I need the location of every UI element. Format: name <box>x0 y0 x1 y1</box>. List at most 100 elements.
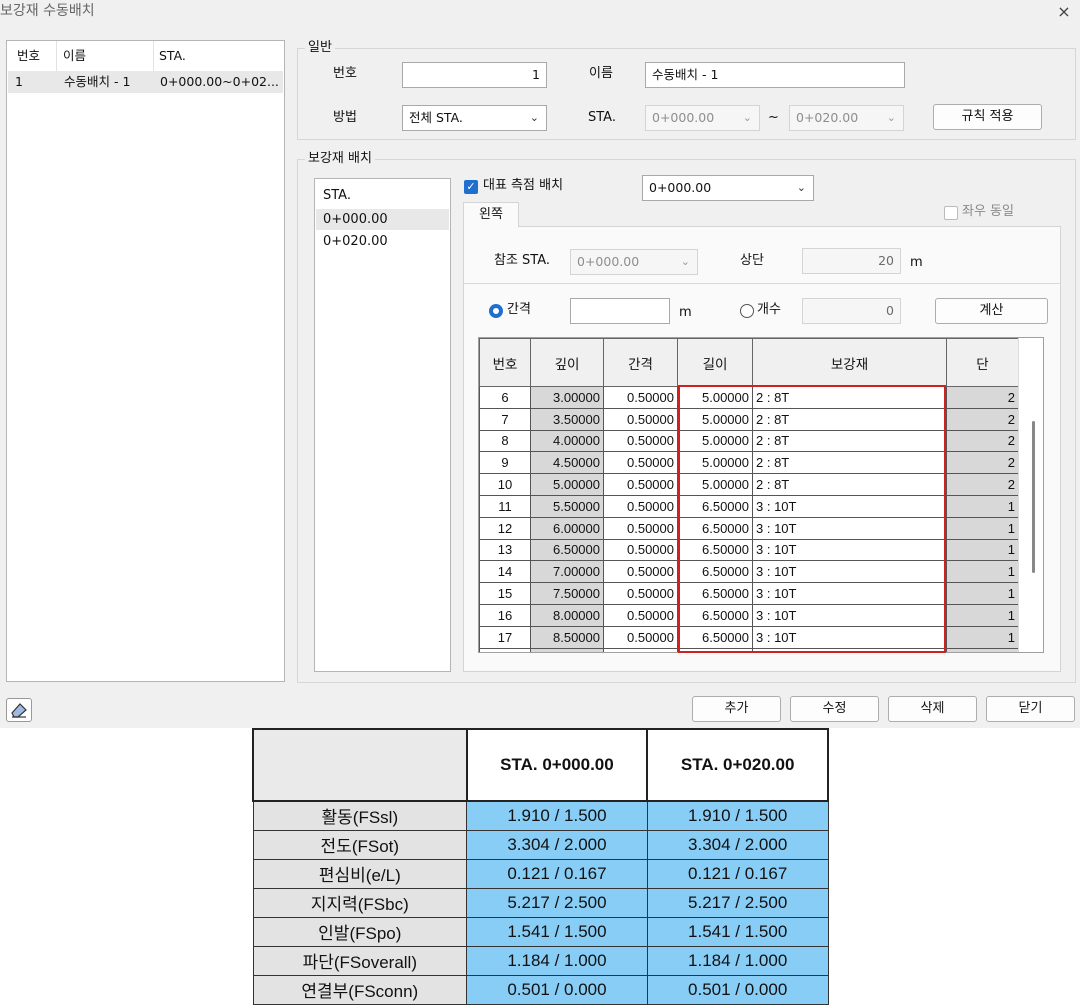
cell-reinforcement[interactable]: 2 : 8T <box>752 451 947 475</box>
table-row[interactable]: 6 3.00000 0.50000 5.00000 2 : 8T 2 <box>479 386 1019 409</box>
col-header-stage[interactable]: 단 <box>946 338 1019 387</box>
cell-number[interactable]: 14 <box>479 560 531 584</box>
cell-length[interactable]: 5.00000 <box>677 473 753 496</box>
calc-button[interactable]: 계산 <box>935 298 1048 324</box>
interval-field[interactable] <box>570 298 670 324</box>
cell-number[interactable]: 6 <box>479 386 531 409</box>
cell-reinforcement[interactable]: 2 : 8T <box>752 473 947 496</box>
cell-stage[interactable]: 1 <box>946 582 1019 605</box>
cell-depth[interactable]: 5.00000 <box>530 473 604 496</box>
cell-interval[interactable]: 0.50000 <box>603 451 678 475</box>
cell-depth[interactable]: 6.00000 <box>530 516 604 540</box>
cell-depth[interactable]: 4.00000 <box>530 429 604 453</box>
ref-sta-select[interactable]: 0+000.00 ⌄ <box>570 249 698 275</box>
table-row[interactable]: 14 7.00000 0.50000 6.50000 3 : 10T 1 <box>479 560 1019 584</box>
cell-interval[interactable]: 0.50000 <box>603 560 678 584</box>
count-field[interactable]: 0 <box>802 298 901 324</box>
cell-interval[interactable]: 0.50000 <box>603 625 678 649</box>
cell-stage[interactable]: 2 <box>946 429 1019 453</box>
table-row[interactable]: 7 3.50000 0.50000 5.00000 2 : 8T 2 <box>479 407 1019 431</box>
table-row[interactable]: 11 5.50000 0.50000 6.50000 3 : 10T 1 <box>479 494 1019 518</box>
cell-reinforcement[interactable]: 3 : 10T <box>752 582 947 605</box>
grid-scrollbar[interactable] <box>1018 338 1043 652</box>
list-header-number[interactable]: 번호 <box>17 41 40 71</box>
cell-length[interactable]: 5.00000 <box>677 451 753 475</box>
cell-reinforcement[interactable]: 3 : 10T <box>752 494 947 518</box>
cell-interval[interactable]: 0.50000 <box>603 582 678 605</box>
cell-stage[interactable]: 1 <box>946 516 1019 540</box>
cell-interval[interactable]: 0.50000 <box>603 473 678 496</box>
cell-length[interactable]: 5.00000 <box>677 386 753 409</box>
close-icon[interactable]: × <box>1054 2 1074 22</box>
delete-button[interactable]: 삭제 <box>888 696 977 722</box>
list-item[interactable]: 1 수동배치 - 1 0+000.00~0+02... <box>8 71 283 93</box>
cell-length[interactable]: 5.00000 <box>677 407 753 431</box>
cell-length[interactable]: 6.50000 <box>677 494 753 518</box>
list-header-sta[interactable]: STA. <box>159 41 186 71</box>
interval-radio[interactable] <box>489 304 503 318</box>
sta-from-select[interactable]: 0+000.00 ⌄ <box>645 105 760 131</box>
cell-number[interactable]: 10 <box>479 473 531 496</box>
cell-reinforcement[interactable]: 3 : 10T <box>752 603 947 627</box>
add-button[interactable]: 추가 <box>692 696 781 722</box>
cell-depth[interactable]: 5.50000 <box>530 494 604 518</box>
table-row[interactable]: 13 6.50000 0.50000 6.50000 3 : 10T 1 <box>479 538 1019 562</box>
cell-reinforcement[interactable]: 3 : 10T <box>752 516 947 540</box>
col-header-depth[interactable]: 깊이 <box>530 338 604 387</box>
cell-number[interactable]: 15 <box>479 582 531 605</box>
eraser-button[interactable] <box>6 698 32 722</box>
tab-left[interactable]: 왼쪽 <box>463 202 519 227</box>
reinforcement-grid[interactable]: 번호 깊이 간격 길이 보강재 단 6 3.00000 0.50000 5.00000… <box>478 337 1044 653</box>
col-header-length[interactable]: 길이 <box>677 338 753 387</box>
sta-list-item[interactable]: 0+000.00 <box>316 209 449 230</box>
cell-interval[interactable]: 0.50000 <box>603 429 678 453</box>
number-field[interactable]: 1 <box>402 62 547 88</box>
rep-point-select[interactable]: 0+000.00 ⌄ <box>642 175 814 201</box>
cell-interval[interactable]: 0.50000 <box>603 538 678 562</box>
col-header-number[interactable]: 번호 <box>479 338 531 387</box>
cell-stage[interactable]: 1 <box>946 625 1019 649</box>
sta-list-item[interactable]: 0+020.00 <box>316 231 449 252</box>
cell-stage[interactable]: 1 <box>946 560 1019 584</box>
cell-length[interactable]: 6.50000 <box>677 560 753 584</box>
cell-depth[interactable]: 6.50000 <box>530 538 604 562</box>
cell-reinforcement[interactable]: 3 : 10T <box>752 538 947 562</box>
cell-reinforcement[interactable]: 2 : 8T <box>752 386 947 409</box>
apply-rule-button[interactable]: 규칙 적용 <box>933 104 1042 130</box>
modify-button[interactable]: 수정 <box>790 696 879 722</box>
name-field[interactable]: 수동배치 - 1 <box>645 62 905 88</box>
cell-interval[interactable]: 0.50000 <box>603 603 678 627</box>
cell-stage[interactable]: 2 <box>946 451 1019 475</box>
cell-depth[interactable]: 3.50000 <box>530 407 604 431</box>
cell-stage[interactable]: 2 <box>946 386 1019 409</box>
cell-interval[interactable]: 0.50000 <box>603 407 678 431</box>
cell-number[interactable]: 9 <box>479 451 531 475</box>
cell-depth[interactable]: 4.50000 <box>530 451 604 475</box>
grid-scrollbar-thumb[interactable] <box>1032 421 1035 573</box>
cell-reinforcement[interactable]: 2 : 8T <box>752 429 947 453</box>
placement-list[interactable]: 번호 이름 STA. 1 수동배치 - 1 0+000.00~0+02... <box>6 40 285 682</box>
method-select[interactable]: 전체 STA. ⌄ <box>402 105 547 131</box>
cell-number[interactable]: 8 <box>479 429 531 453</box>
cell-number[interactable]: 7 <box>479 407 531 431</box>
cell-number[interactable]: 16 <box>479 603 531 627</box>
close-button[interactable]: 닫기 <box>986 696 1075 722</box>
cell-depth[interactable]: 3.00000 <box>530 386 604 409</box>
cell-number[interactable]: 11 <box>479 494 531 518</box>
cell-interval[interactable]: 0.50000 <box>603 494 678 518</box>
table-row[interactable]: 9 4.50000 0.50000 5.00000 2 : 8T 2 <box>479 451 1019 475</box>
cell-number[interactable]: 17 <box>479 625 531 649</box>
cell-stage[interactable]: 1 <box>946 538 1019 562</box>
cell-interval[interactable]: 0.50000 <box>603 516 678 540</box>
cell-length[interactable]: 6.50000 <box>677 603 753 627</box>
col-header-interval[interactable]: 간격 <box>603 338 678 387</box>
cell-depth[interactable]: 8.00000 <box>530 603 604 627</box>
cell-interval[interactable]: 0.50000 <box>603 386 678 409</box>
cell-length[interactable]: 6.50000 <box>677 538 753 562</box>
cell-stage[interactable]: 1 <box>946 494 1019 518</box>
sta-list[interactable]: STA. 0+000.00 0+020.00 <box>314 178 451 672</box>
cell-depth[interactable]: 8.50000 <box>530 625 604 649</box>
cell-depth[interactable]: 7.00000 <box>530 560 604 584</box>
cell-length[interactable]: 6.50000 <box>677 516 753 540</box>
count-radio[interactable] <box>740 304 754 318</box>
